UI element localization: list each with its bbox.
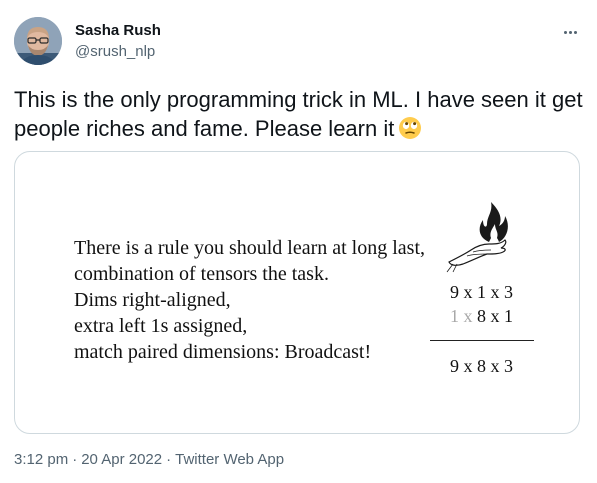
result-shape: 9 x 8 x 3 — [450, 356, 513, 376]
more-dot — [568, 30, 572, 34]
tweet-time[interactable]: 3:12 pm — [14, 451, 68, 468]
more-options-icon[interactable] — [556, 22, 584, 42]
author-name[interactable]: Sasha Rush — [75, 22, 161, 39]
separator: · — [72, 451, 78, 468]
tweet-source[interactable]: Twitter Web App — [175, 451, 284, 468]
poem-line: match paired dimensions: Broadcast! — [74, 341, 372, 363]
more-dot — [563, 30, 567, 34]
poem-text: There is a rule you should learn at long… — [74, 235, 425, 365]
tweet-metadata: 3:12 pm · 20 Apr 2022 · Twitter Web App — [14, 451, 284, 468]
flaming-hand-icon — [443, 198, 515, 281]
avatar[interactable] — [14, 17, 62, 65]
avatar-image — [14, 17, 62, 65]
poem-line: There is a rule you should learn at long… — [74, 237, 426, 259]
author-handle[interactable]: @srush_nlp — [75, 43, 155, 60]
more-dot — [573, 30, 577, 34]
padded-dim: 1 x — [450, 306, 473, 326]
shape-a: 9 x 1 x 3 — [450, 282, 513, 302]
shape-b: 1 x 8 x 1 — [450, 306, 513, 327]
sum-rule — [430, 340, 534, 341]
separator: · — [166, 451, 172, 468]
tweet-text: This is the only programming trick in ML… — [14, 85, 584, 147]
poem-line: combination of tensors the task. — [74, 263, 329, 285]
poem-line: extra left 1s assigned, — [74, 315, 248, 337]
rolling-eyes-emoji-icon — [398, 116, 422, 147]
tweet-date[interactable]: 20 Apr 2022 — [81, 451, 162, 468]
poem-line: Dims right-aligned, — [74, 289, 231, 311]
tweet-body: This is the only programming trick in ML… — [14, 87, 583, 141]
shape-b-dims: 8 x 1 — [472, 306, 513, 326]
media-card[interactable]: There is a rule you should learn at long… — [14, 151, 580, 434]
